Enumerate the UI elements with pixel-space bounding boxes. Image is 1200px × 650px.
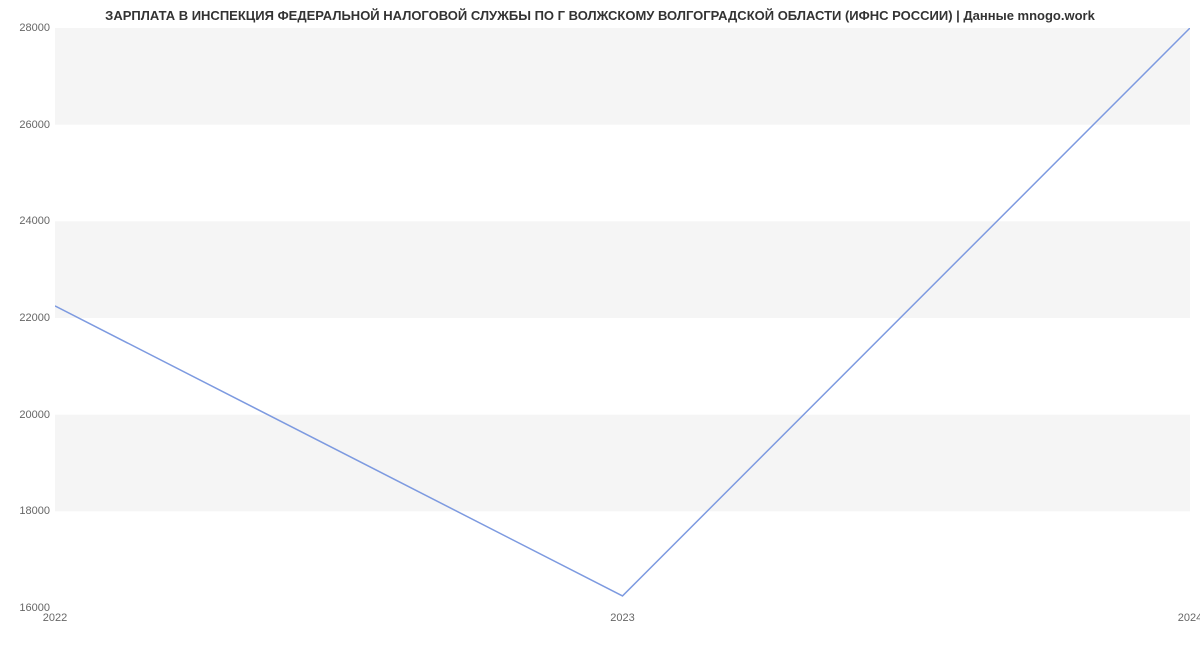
chart-title: ЗАРПЛАТА В ИНСПЕКЦИЯ ФЕДЕРАЛЬНОЙ НАЛОГОВ…: [0, 8, 1200, 23]
y-tick-label: 22000: [0, 312, 50, 324]
chart-svg: [55, 28, 1190, 608]
y-tick-label: 26000: [0, 119, 50, 131]
y-axis-ticks: 28000 26000 24000 22000 20000 18000 1600…: [0, 28, 50, 608]
grid-band: [55, 28, 1190, 125]
plot-area: [55, 28, 1190, 608]
x-axis-ticks: 2022 2023 2024: [55, 612, 1190, 632]
y-tick-label: 18000: [0, 505, 50, 517]
grid-band: [55, 221, 1190, 318]
y-tick-label: 28000: [0, 22, 50, 34]
y-tick-label: 20000: [0, 409, 50, 421]
x-tick-label: 2024: [1178, 612, 1200, 624]
y-tick-label: 24000: [0, 215, 50, 227]
x-tick-label: 2023: [610, 612, 634, 624]
chart-container: ЗАРПЛАТА В ИНСПЕКЦИЯ ФЕДЕРАЛЬНОЙ НАЛОГОВ…: [0, 0, 1200, 650]
grid-band: [55, 415, 1190, 512]
x-tick-label: 2022: [43, 612, 67, 624]
